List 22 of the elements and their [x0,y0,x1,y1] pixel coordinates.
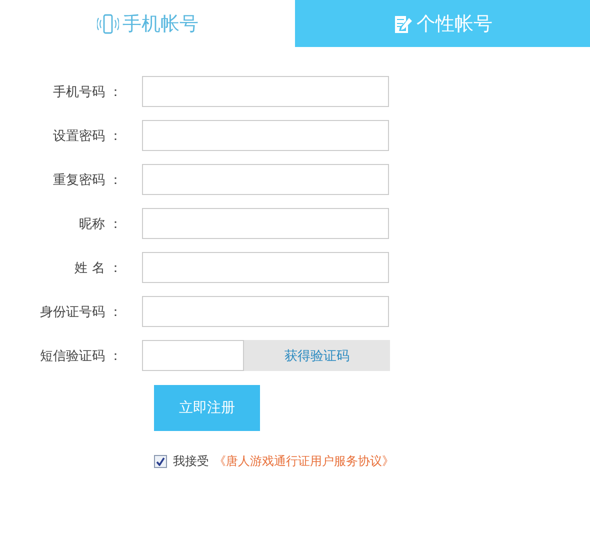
input-field[interactable] [142,252,389,283]
agreement-link[interactable]: 《唐人游戏通行证用户服务协议》 [214,453,394,470]
field-label: 重复密码 ： [52,172,122,188]
field-label: 设置密码 ： [52,128,122,144]
field-label: 短信验证码 ： [38,348,122,364]
input-field[interactable] [142,296,389,327]
register-button[interactable]: 立即注册 [154,385,260,431]
field-label: 姓 名 ： [74,260,122,276]
checkbox[interactable] [154,455,167,468]
field-label: 手机号码 ： [52,84,122,100]
input-field[interactable] [142,164,389,195]
agreement-text: 我接受 [173,453,209,470]
field-label: 身份证号码 ： [38,304,122,320]
input-field[interactable] [142,208,389,239]
edit-icon [392,14,412,34]
field-label: 昵称 ： [78,216,122,232]
input-field[interactable] [142,76,389,107]
get-code-button[interactable]: 获得验证码 [244,340,390,371]
input-field[interactable] [142,120,389,151]
code-field[interactable] [142,340,244,371]
phone-icon [96,14,118,34]
account-tab[interactable]: 个性帐号 [295,0,590,47]
